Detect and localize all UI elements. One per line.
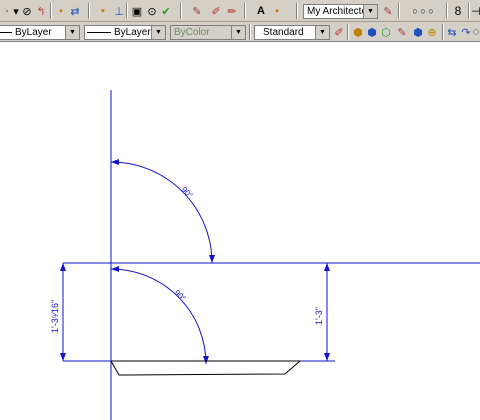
- plot-style-label: ByColor: [174, 27, 210, 38]
- redo-icon[interactable]: ↷: [460, 24, 472, 40]
- osnap-icon[interactable]: ○ ○ ○: [404, 3, 442, 19]
- text-style-dropdown[interactable]: My Architecte ▼: [303, 4, 378, 19]
- eight-icon[interactable]: 8: [452, 3, 464, 19]
- text-style-icon[interactable]: A: [254, 3, 268, 19]
- arrowhead-icon: [209, 255, 215, 263]
- text-icon[interactable]: ⬩: [272, 3, 282, 19]
- edit-icon[interactable]: ✏: [226, 3, 238, 19]
- circle-slash-icon[interactable]: ⊘: [20, 3, 34, 19]
- regen-icon[interactable]: ⊙: [146, 3, 158, 19]
- snap-icon[interactable]: ↰: [36, 3, 46, 19]
- layer-freeze-icon[interactable]: ✎: [396, 24, 408, 40]
- lineweight-label: ByLayer: [114, 27, 151, 38]
- dim-label-left: 1'-3⁵⁄16": [50, 300, 60, 333]
- pencil-icon[interactable]: ✐: [210, 3, 222, 19]
- dimension-icon[interactable]: ⇄: [68, 3, 82, 19]
- insert-icon[interactable]: ▪: [98, 3, 108, 19]
- polar-icon[interactable]: ⊣: [471, 3, 480, 19]
- standard-toolbar: · ▾ ⊘ ↰ ⬩ ⇄ ▪ ⊥ ▣ ⊙ ✔ ✎ ✐ ✏ A ⬩ My Archi…: [0, 0, 480, 22]
- chevron-down-icon[interactable]: ▼: [231, 26, 245, 39]
- block-icon[interactable]: ⊥: [114, 3, 124, 19]
- layer-iso-icon[interactable]: ⊕: [426, 24, 438, 40]
- undo-icon[interactable]: ⇆: [446, 24, 458, 40]
- arrowhead-icon: [324, 263, 330, 271]
- pan-icon[interactable]: ·: [2, 3, 12, 19]
- chevron-down-icon[interactable]: ▼: [315, 26, 329, 39]
- pan-icon[interactable]: ▾: [12, 3, 20, 19]
- linetype-label: ByLayer: [15, 27, 52, 38]
- angle-arc-lower[interactable]: [110, 268, 207, 365]
- angle-arc-upper[interactable]: [110, 161, 213, 264]
- lineweight-dropdown[interactable]: ByLayer ▼: [84, 25, 166, 40]
- standard-label: Standard: [263, 27, 304, 38]
- dim-style-icon[interactable]: ✎: [382, 3, 394, 19]
- arrowhead-icon: [60, 353, 66, 361]
- text-style-label: My Architecte: [307, 6, 363, 17]
- chevron-down-icon[interactable]: ▼: [151, 26, 165, 39]
- check-icon[interactable]: ✔: [160, 3, 172, 19]
- arrowhead-icon: [111, 159, 119, 165]
- text-style-standard-dropdown[interactable]: Standard ▼: [254, 25, 330, 40]
- match-properties-icon[interactable]: ✎: [190, 3, 204, 19]
- arrowhead-icon: [111, 266, 119, 272]
- layer-state-icon[interactable]: ⬡: [380, 24, 392, 40]
- regen-icon[interactable]: ▣: [130, 3, 144, 19]
- layer-icon[interactable]: ⬢: [352, 24, 364, 40]
- chevron-down-icon[interactable]: ▼: [65, 26, 79, 39]
- layer-prev-icon[interactable]: ⬢: [366, 24, 378, 40]
- properties-toolbar: ByLayer ▼ ByLayer ▼ ByColor ▼ Standard ▼…: [0, 22, 480, 42]
- arrowhead-icon: [324, 353, 330, 361]
- angle-label-upper: 90°: [180, 185, 195, 200]
- angle-label-lower: 90°: [173, 288, 188, 303]
- more-icon[interactable]: ◌: [472, 24, 480, 40]
- plot-style-dropdown[interactable]: ByColor ▼: [170, 25, 246, 40]
- style-edit-icon[interactable]: ✐: [333, 24, 345, 40]
- chevron-down-icon[interactable]: ▼: [363, 5, 377, 18]
- linetype-dropdown[interactable]: ByLayer ▼: [0, 25, 80, 40]
- layer-lock-icon[interactable]: ⬢: [412, 24, 424, 40]
- drawing-canvas[interactable]: 90° 90° 1'-3⁵⁄16" 1'-3": [0, 42, 480, 420]
- arrowhead-icon: [203, 356, 209, 364]
- arrowhead-icon: [60, 263, 66, 271]
- properties-icon[interactable]: ⬩: [56, 3, 66, 19]
- dim-label-right: 1'-3": [314, 307, 324, 325]
